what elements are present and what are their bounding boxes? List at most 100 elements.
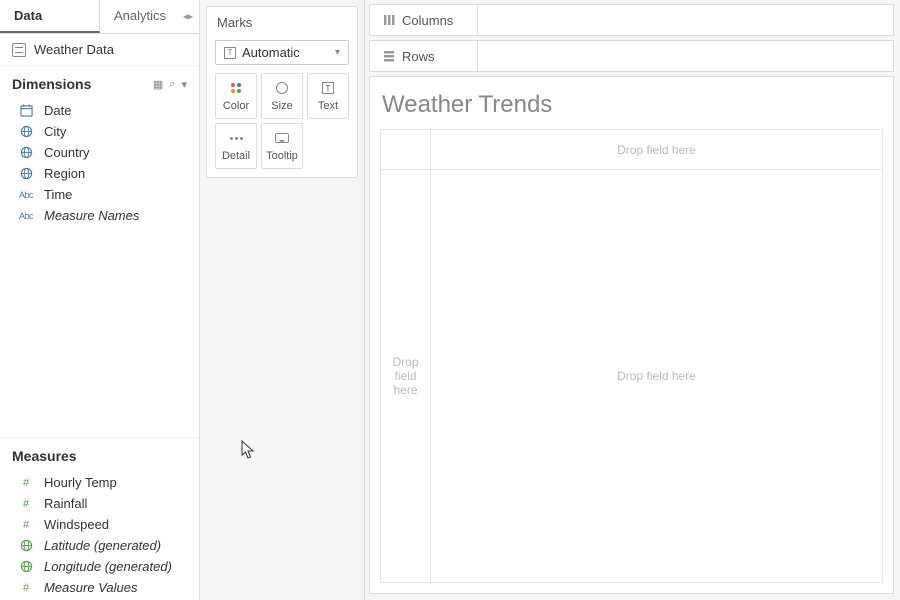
globe-icon	[18, 167, 34, 180]
globe-icon	[18, 146, 34, 159]
rows-icon	[382, 49, 396, 63]
marks-color[interactable]: Color	[215, 73, 257, 119]
measures-header: Measures	[0, 438, 199, 470]
globe-icon	[18, 125, 34, 138]
data-panel: Data Analytics ◂▸ Weather Data Dimension…	[0, 0, 200, 600]
dimensions-title: Dimensions	[12, 76, 91, 92]
dimensions-tools: ▦ ⌕ ▾	[153, 78, 187, 91]
columns-shelf-label-area: Columns	[370, 5, 478, 35]
field-windspeed[interactable]: # Windspeed	[0, 514, 199, 535]
drop-main-zone[interactable]: Drop field here	[431, 170, 882, 582]
drop-columns-zone[interactable]: Drop field here	[431, 130, 882, 170]
hash-icon: #	[18, 498, 34, 510]
drop-rows-zone[interactable]: Drop field here	[381, 170, 431, 582]
field-label: Region	[44, 166, 85, 181]
hash-icon: #	[18, 582, 34, 594]
field-time[interactable]: Abc Time	[0, 184, 199, 205]
measures-section: Measures # Hourly Temp # Rainfall # Wind…	[0, 437, 199, 600]
size-icon	[274, 80, 290, 96]
data-tabs: Data Analytics ◂▸	[0, 0, 199, 34]
field-city[interactable]: City	[0, 121, 199, 142]
marks-color-label: Color	[223, 100, 249, 112]
detail-icon	[228, 130, 244, 146]
field-country[interactable]: Country	[0, 142, 199, 163]
field-rainfall[interactable]: # Rainfall	[0, 493, 199, 514]
worksheet-area: Columns Rows Weather Trends Drop field h…	[365, 0, 900, 600]
marks-size-label: Size	[271, 100, 292, 112]
field-latitude[interactable]: Latitude (generated)	[0, 535, 199, 556]
rows-shelf-label: Rows	[402, 49, 435, 64]
abc-icon: Abc	[18, 190, 34, 200]
canvas-card: Weather Trends Drop field here Drop fiel…	[369, 76, 894, 594]
marks-detail-label: Detail	[222, 150, 250, 162]
rows-shelf-label-area: Rows	[370, 41, 478, 71]
rows-shelf[interactable]: Rows	[369, 40, 894, 72]
view-mode-icon[interactable]: ▦	[153, 78, 163, 91]
dimensions-list: Date City Country Region Abc Time Abc M	[0, 98, 199, 228]
drop-corner	[381, 130, 431, 170]
field-label: Longitude (generated)	[44, 559, 172, 574]
field-label: Windspeed	[44, 517, 109, 532]
hash-icon: #	[18, 519, 34, 531]
field-label: Latitude (generated)	[44, 538, 161, 553]
marks-type-icon: T	[224, 47, 236, 59]
measures-title: Measures	[12, 448, 77, 464]
marks-panel: Marks T Automatic ▾ Color Size T	[200, 0, 365, 600]
tab-analytics[interactable]: Analytics ◂▸	[100, 0, 199, 33]
tab-data-label: Data	[14, 8, 42, 23]
field-label: Time	[44, 187, 72, 202]
tooltip-icon	[274, 130, 290, 146]
field-date[interactable]: Date	[0, 100, 199, 121]
sheet-title[interactable]: Weather Trends	[380, 87, 883, 129]
columns-shelf[interactable]: Columns	[369, 4, 894, 36]
text-icon: T	[320, 80, 336, 96]
drop-hint: Drop field here	[617, 369, 696, 383]
marks-size[interactable]: Size	[261, 73, 303, 119]
abc-icon: Abc	[18, 211, 34, 221]
field-label: Date	[44, 103, 71, 118]
measures-list: # Hourly Temp # Rainfall # Windspeed Lat…	[0, 470, 199, 600]
hash-icon: #	[18, 477, 34, 489]
marks-tooltip[interactable]: Tooltip	[261, 123, 303, 169]
tab-caret-icon: ◂▸	[183, 11, 193, 22]
drop-grid: Drop field here Drop field here Drop fie…	[380, 129, 883, 583]
columns-shelf-label: Columns	[402, 13, 453, 28]
menu-caret-icon[interactable]: ▾	[181, 78, 187, 91]
globe-icon	[18, 560, 34, 573]
columns-icon	[382, 13, 396, 27]
datasource-name: Weather Data	[34, 42, 114, 57]
datasource-row[interactable]: Weather Data	[0, 34, 199, 66]
field-label: Hourly Temp	[44, 475, 117, 490]
search-icon[interactable]: ⌕	[169, 78, 175, 91]
field-label: Measure Names	[44, 208, 139, 223]
marks-tooltip-label: Tooltip	[266, 150, 298, 162]
marks-text-label: Text	[318, 100, 338, 112]
field-measure-values[interactable]: # Measure Values	[0, 577, 199, 598]
marks-card: Marks T Automatic ▾ Color Size T	[206, 6, 358, 178]
field-label: City	[44, 124, 66, 139]
field-hourly-temp[interactable]: # Hourly Temp	[0, 472, 199, 493]
drop-hint: Drop field here	[385, 355, 426, 397]
marks-header: Marks	[207, 7, 357, 36]
field-region[interactable]: Region	[0, 163, 199, 184]
tab-analytics-label: Analytics	[114, 8, 166, 23]
marks-text[interactable]: T Text	[307, 73, 349, 119]
field-label: Measure Values	[44, 580, 137, 595]
chevron-down-icon: ▾	[335, 47, 340, 58]
marks-grid: Color Size T Text Detail Tooltip	[207, 73, 357, 177]
drop-hint: Drop field here	[617, 143, 696, 157]
marks-type-dropdown[interactable]: T Automatic ▾	[215, 40, 349, 65]
field-longitude[interactable]: Longitude (generated)	[0, 556, 199, 577]
rows-drop-zone[interactable]	[478, 41, 893, 71]
tab-data[interactable]: Data	[0, 0, 100, 33]
columns-drop-zone[interactable]	[478, 5, 893, 35]
spacer	[0, 228, 199, 437]
datasource-icon	[12, 43, 26, 57]
calendar-icon	[18, 104, 34, 117]
field-label: Country	[44, 145, 90, 160]
marks-detail[interactable]: Detail	[215, 123, 257, 169]
field-label: Rainfall	[44, 496, 87, 511]
color-icon	[228, 80, 244, 96]
field-measure-names[interactable]: Abc Measure Names	[0, 205, 199, 226]
marks-type-label: Automatic	[242, 45, 300, 60]
